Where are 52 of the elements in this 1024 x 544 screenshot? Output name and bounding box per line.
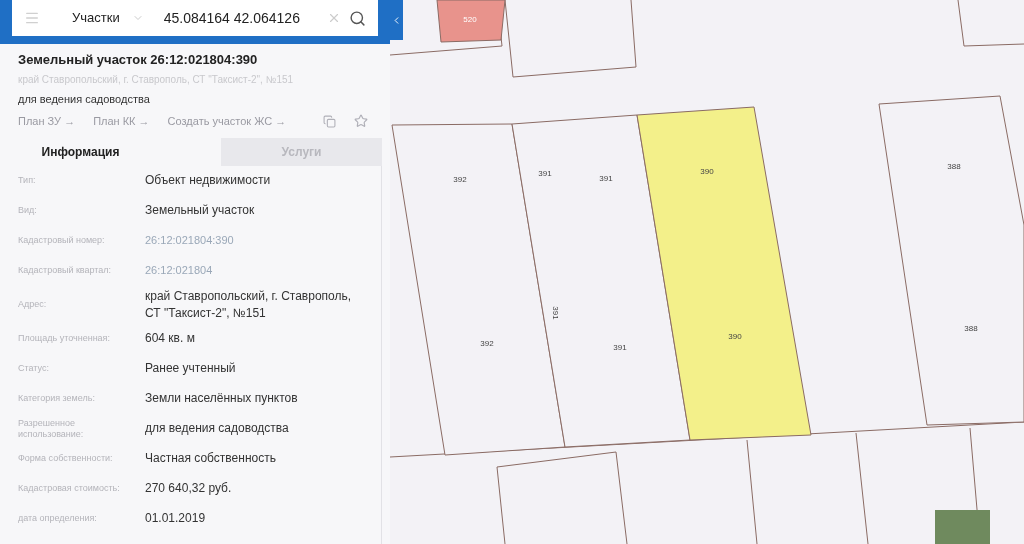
parcel-number: 391 — [599, 174, 613, 183]
parcel-polygon[interactable] — [511, 114, 691, 448]
clear-icon[interactable] — [327, 11, 341, 25]
parcel-number: 391 — [613, 343, 627, 352]
field-value: 270 640,32 руб. — [145, 480, 232, 497]
cadastral-link[interactable]: 26:12:021804 — [145, 262, 213, 279]
plan-link[interactable]: План КК → — [93, 113, 150, 130]
field-label: Категория земель: — [18, 393, 96, 404]
field-label: Кадастровая стоимость: — [18, 483, 121, 494]
field-label: Разрешенное использование: — [18, 417, 85, 440]
parcel-number: 391 — [551, 306, 560, 320]
field-label: Кадастровый квартал: — [18, 265, 113, 276]
field-value: Объект недвижимости — [145, 172, 271, 189]
field-value: 01.01.2019 — [145, 510, 206, 527]
parcel-number: 391 — [538, 169, 552, 178]
parcel-boundary-line — [957, 0, 1024, 47]
star-icon[interactable] — [354, 114, 368, 129]
coordinates-field[interactable]: 45.084164 42.064126 — [163, 7, 319, 29]
object-title: Земельный участок 26:12:021804:390 — [18, 51, 259, 69]
parcel-number: 390 — [700, 167, 714, 176]
parcel-number: 520 — [463, 15, 477, 24]
collapse-panel-button[interactable] — [390, 0, 403, 40]
field-value: Ранее учтенный — [145, 360, 236, 377]
plan-link[interactable]: Создать участок ЖС → — [167, 113, 287, 130]
field-value: Земельный участок — [145, 202, 255, 219]
building-polygon[interactable] — [436, 0, 506, 43]
search-icon[interactable] — [349, 9, 366, 27]
layer-dropdown[interactable]: Участки — [72, 8, 144, 28]
field-value: край Ставропольский, г. Ставрополь, СТ "Таксист-2", №151 — [145, 287, 353, 322]
field-label: Кадастровый номер: — [18, 235, 106, 246]
field-label: Форма собственности: — [18, 453, 114, 464]
parcel-number: 388 — [947, 162, 961, 171]
field-value: 604 кв. м — [145, 330, 195, 347]
menu-icon[interactable] — [24, 10, 40, 26]
map-layer-thumbnail[interactable] — [935, 510, 990, 544]
parcel-number: 392 — [453, 175, 467, 184]
parcel-number: 390 — [728, 332, 742, 341]
cadastral-link[interactable]: 26:12:021804:390 — [145, 232, 234, 249]
parcel-polygon[interactable] — [636, 106, 812, 441]
field-label: Тип: — [18, 175, 37, 186]
parcel-polygon[interactable] — [878, 95, 1024, 426]
field-label: Площадь уточненная: — [18, 333, 111, 344]
parcel-number: 388 — [964, 324, 978, 333]
copy-icon[interactable] — [323, 114, 336, 128]
plan-link[interactable]: План ЗУ → — [18, 113, 76, 130]
field-value: для ведения садоводства — [145, 420, 289, 437]
object-purpose: для ведения садоводства — [18, 91, 151, 107]
field-value: Земли населённых пунктов — [145, 390, 298, 407]
field-label: Статус: — [18, 363, 50, 374]
field-label: Вид: — [18, 205, 38, 216]
field-value: Частная собственность — [145, 450, 276, 467]
parcel-number: 392 — [480, 339, 494, 348]
